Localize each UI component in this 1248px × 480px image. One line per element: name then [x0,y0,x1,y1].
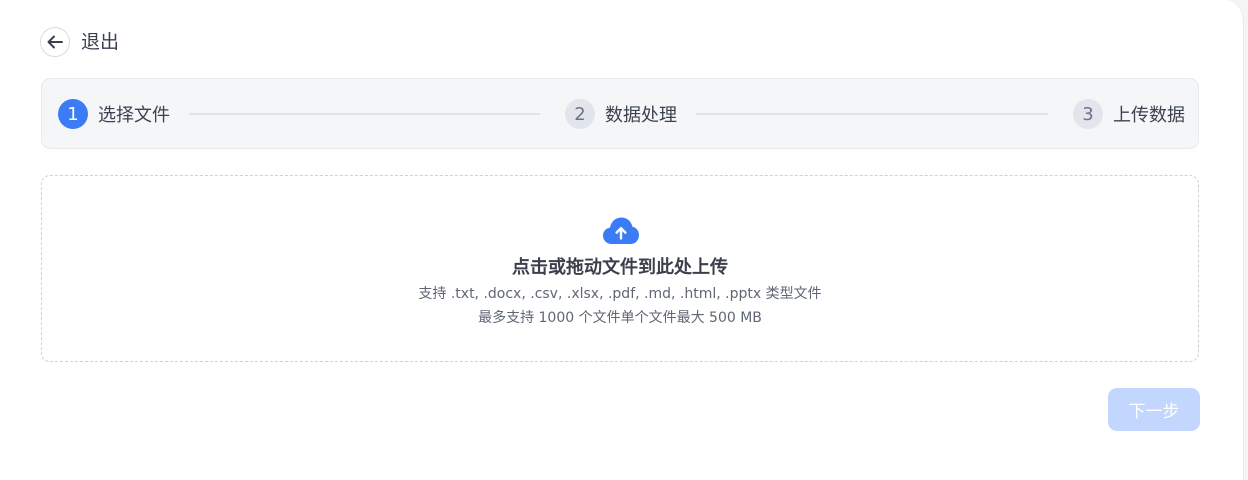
dropzone-limits: 最多支持 1000 个文件单个文件最大 500 MB [478,310,762,326]
step-label: 上传数据 [1113,105,1185,126]
dropzone-supported-types: 支持 .txt, .docx, .csv, .xlsx, .pdf, .md, … [418,286,822,302]
step-label: 数据处理 [605,105,677,126]
step-label: 选择文件 [98,105,170,126]
stepper: 1 选择文件 2 数据处理 3 上传数据 [41,78,1199,149]
exit-label: 退出 [81,31,120,53]
arrow-left-icon [40,27,70,57]
file-dropzone[interactable]: 点击或拖动文件到此处上传 支持 .txt, .docx, .csv, .xlsx… [41,175,1199,362]
step-connector [696,113,1048,115]
step-upload-data: 3 上传数据 [1073,99,1185,129]
import-panel: 退出 1 选择文件 2 数据处理 3 上传数据 点击或拖动文件到此处上传 支持 … [0,0,1244,480]
cloud-upload-icon [603,217,639,244]
next-step-button[interactable]: 下一步 [1108,388,1200,431]
step-select-file: 1 选择文件 [58,99,170,129]
step-data-processing: 2 数据处理 [565,99,677,129]
step-connector [189,113,540,115]
dropzone-title: 点击或拖动文件到此处上传 [512,257,728,278]
step-number: 1 [58,99,88,129]
step-number: 2 [565,99,595,129]
step-number: 3 [1073,99,1103,129]
exit-button[interactable]: 退出 [40,25,119,59]
